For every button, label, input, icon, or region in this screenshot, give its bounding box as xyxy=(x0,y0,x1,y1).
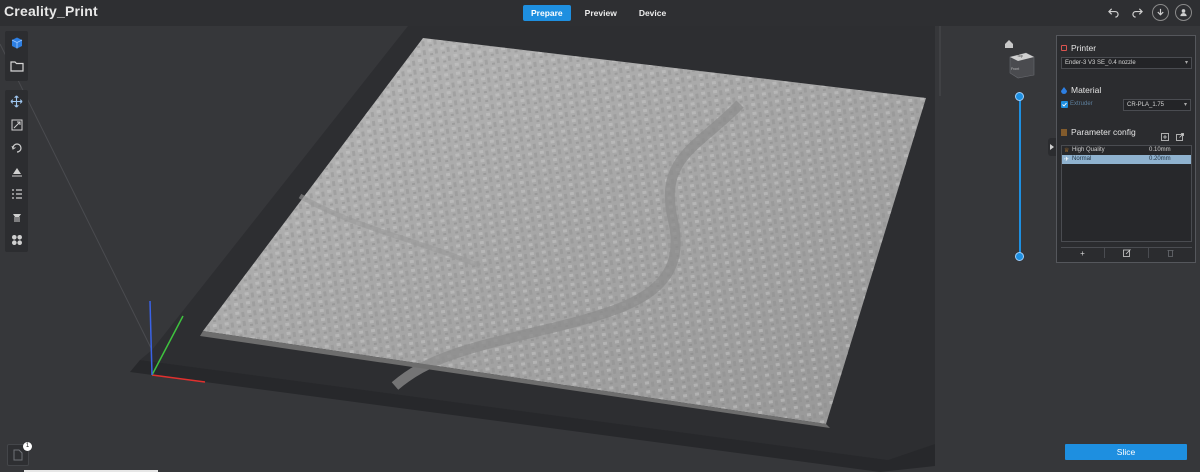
material-select[interactable]: CR-PLA_1.75 ▾ xyxy=(1123,99,1191,111)
printer-heading: Printer xyxy=(1061,43,1096,53)
printer-icon xyxy=(1061,45,1067,51)
panel-collapse-handle[interactable] xyxy=(1048,138,1056,156)
printer-select-value: Ender-3 V3 SE_0.4 nozzle xyxy=(1065,60,1136,66)
check-icon xyxy=(1062,102,1067,107)
chevron-down-icon: ▾ xyxy=(1184,60,1188,66)
normal-quality-icon: ✈ xyxy=(1064,157,1070,163)
slice-button[interactable]: Slice xyxy=(1065,444,1187,460)
support-icon[interactable] xyxy=(6,206,27,227)
left-toolbar-edit xyxy=(5,90,28,252)
home-view-icon[interactable] xyxy=(1004,36,1014,48)
layer-slider-top-handle[interactable] xyxy=(1015,92,1024,101)
tab-device[interactable]: Device xyxy=(631,5,674,21)
add-config-button[interactable]: + xyxy=(1061,247,1104,258)
chevron-down-icon: ▾ xyxy=(1183,102,1187,108)
left-toolbar-file xyxy=(5,31,28,81)
arrange-list-icon[interactable] xyxy=(6,183,27,204)
tab-prepare[interactable]: Prepare xyxy=(523,5,571,21)
scale-icon[interactable] xyxy=(6,114,27,135)
material-select-value: CR-PLA_1.75 xyxy=(1127,102,1165,108)
open-folder-icon[interactable] xyxy=(6,55,27,76)
layer-slider-bottom-handle[interactable] xyxy=(1015,252,1024,261)
download-icon[interactable] xyxy=(1152,3,1169,21)
parameter-name: High Quality xyxy=(1072,147,1105,153)
layer-slider-track xyxy=(1019,95,1021,256)
parameter-value: 0.20mm xyxy=(1149,156,1171,162)
undo-icon[interactable] xyxy=(1104,3,1122,21)
print-settings-panel: Printer Ender-3 V3 SE_0.4 nozzle ▾ Mater… xyxy=(1056,35,1196,263)
printer-select[interactable]: Ender-3 V3 SE_0.4 nozzle ▾ xyxy=(1061,57,1192,69)
material-heading: Material xyxy=(1061,85,1101,95)
tab-preview[interactable]: Preview xyxy=(577,5,625,21)
move-icon[interactable] xyxy=(6,91,27,112)
plus-icon: + xyxy=(1080,248,1085,258)
layer-slider[interactable] xyxy=(1015,92,1024,261)
parameter-heading: Parameter config xyxy=(1061,127,1136,137)
parameter-name: Normal xyxy=(1072,156,1092,162)
app-title: Creality_Print xyxy=(4,3,98,19)
rotate-icon[interactable] xyxy=(6,137,27,158)
parameter-config-icon xyxy=(1061,128,1067,136)
printer-heading-label: Printer xyxy=(1071,43,1097,53)
material-heading-label: Material xyxy=(1071,85,1102,95)
parameter-list: ♕ High Quality 0.10mm ✈ Normal 0.20mm xyxy=(1061,145,1192,242)
trash-icon xyxy=(1167,250,1174,257)
lay-flat-icon[interactable] xyxy=(6,160,27,181)
parameter-row-high-quality[interactable]: ♕ High Quality 0.10mm xyxy=(1062,146,1191,155)
import-config-icon[interactable] xyxy=(1161,128,1169,141)
view-cube-front-face: Front xyxy=(1011,67,1020,71)
top-bar: Creality_Print Prepare Preview Device xyxy=(0,0,1200,26)
redo-icon[interactable] xyxy=(1128,3,1146,21)
edit-icon xyxy=(1122,249,1131,257)
view-cube[interactable]: Top Front xyxy=(1008,51,1036,79)
parameter-value: 0.10mm xyxy=(1149,147,1171,153)
edit-config-button[interactable] xyxy=(1104,247,1148,258)
top-actions xyxy=(1104,3,1192,21)
view-cube-top-face: Top xyxy=(1017,54,1023,58)
material-drop-icon xyxy=(1061,86,1067,94)
export-config-icon[interactable] xyxy=(1176,128,1184,141)
parameter-row-normal[interactable]: ✈ Normal 0.20mm xyxy=(1062,155,1191,164)
notification-badge: 1 xyxy=(23,442,32,451)
split-icon[interactable] xyxy=(6,229,27,250)
delete-config-button[interactable] xyxy=(1148,247,1192,258)
add-model-icon[interactable] xyxy=(6,32,27,53)
parameter-heading-label: Parameter config xyxy=(1071,127,1136,137)
document-icon xyxy=(13,449,23,461)
extruder-label: Extruder xyxy=(1070,101,1093,107)
user-icon[interactable] xyxy=(1175,3,1192,21)
main-tabs: Prepare Preview Device xyxy=(523,5,674,21)
parameter-actions: + xyxy=(1061,247,1192,258)
extruder-checkbox[interactable] xyxy=(1061,101,1068,108)
